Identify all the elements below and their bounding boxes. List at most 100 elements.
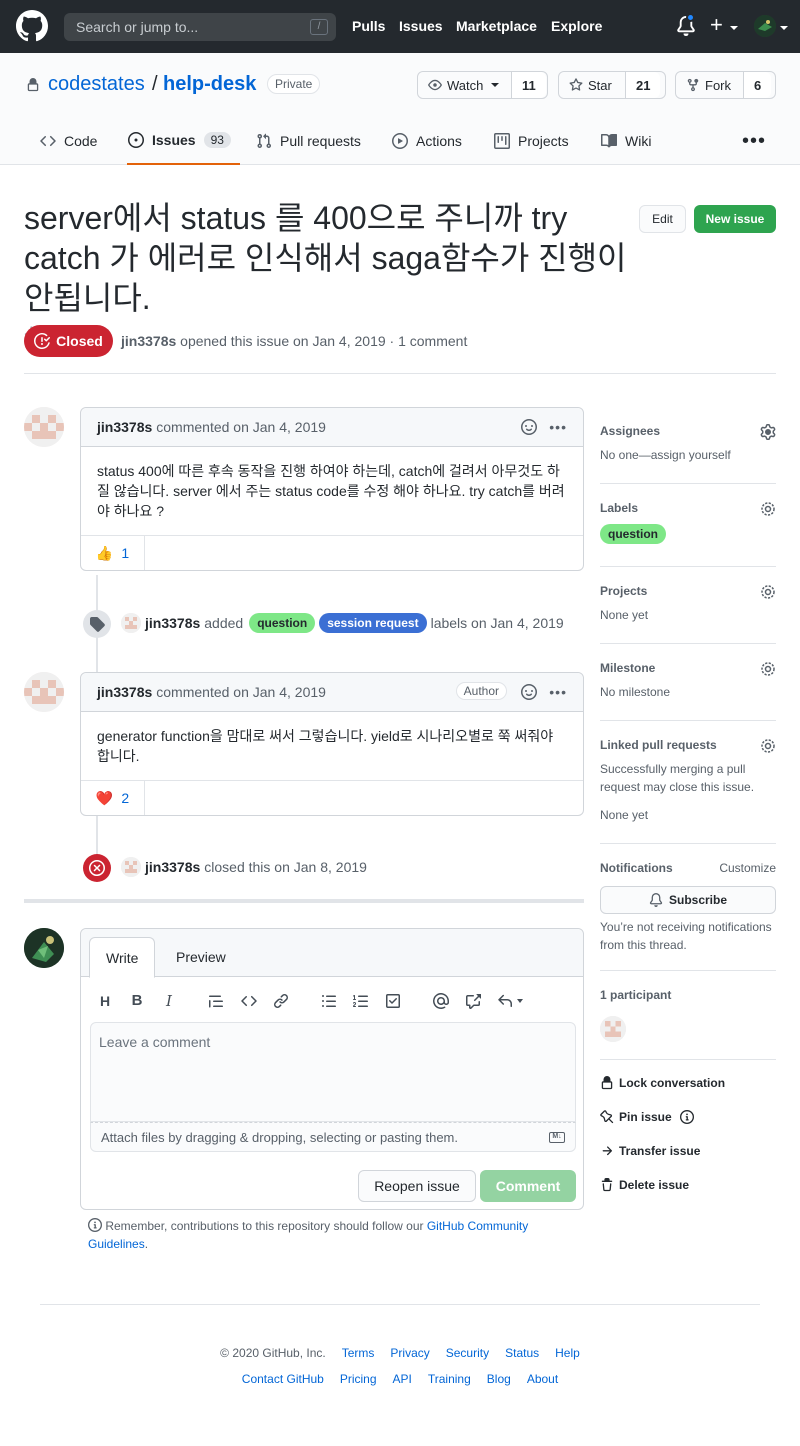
footer-link-privacy[interactable]: Privacy [390,1346,429,1360]
chevron-down-icon[interactable] [730,26,738,30]
code-icon[interactable] [241,993,257,1009]
sidebar-heading[interactable]: Assignees [600,424,776,438]
nav-explore[interactable]: Explore [551,18,602,34]
chevron-down-icon[interactable] [780,26,788,30]
sidebar-heading[interactable]: Projects [600,584,776,598]
avatar[interactable] [24,928,64,968]
gear-icon[interactable] [760,501,776,517]
kebab-menu-icon[interactable]: ••• [549,684,567,700]
footer-link-security[interactable]: Security [446,1346,489,1360]
event-author-link[interactable]: jin3378s [145,859,200,875]
sidebar-heading[interactable]: Milestone [600,661,776,675]
gear-icon[interactable] [760,584,776,600]
label-session-request[interactable]: session request [319,613,427,633]
customize-link[interactable]: Customize [719,861,776,875]
star-button[interactable]: Star [559,72,626,98]
subscribe-button[interactable]: Subscribe [600,886,776,914]
task-list-icon[interactable] [385,993,401,1009]
sidebar-heading[interactable]: Labels [600,501,776,515]
more-tabs-ellipsis-icon[interactable]: ••• [742,130,766,153]
smiley-icon[interactable] [521,684,538,700]
comment-timestamp[interactable]: commented on Jan 4, 2019 [156,684,326,700]
star-count[interactable]: 21 [626,72,661,98]
assignees-value[interactable]: No one—assign yourself [600,446,776,464]
label-question[interactable]: question [249,613,316,633]
link-icon[interactable] [273,993,289,1009]
edit-title-button[interactable]: Edit [639,205,686,233]
footer-link-terms[interactable]: Terms [342,1346,375,1360]
nav-pulls[interactable]: Pulls [352,18,385,34]
avatar[interactable] [24,407,64,447]
chevron-down-icon[interactable] [517,999,523,1003]
nav-issues[interactable]: Issues [399,18,443,34]
tab-issues[interactable]: Issues 93 [127,117,240,165]
smiley-icon[interactable] [521,419,538,435]
transfer-issue-button[interactable]: Transfer issue [600,1144,700,1158]
heading-icon[interactable]: H [97,993,113,1009]
repo-name-link[interactable]: help-desk [163,73,256,96]
event-author-link[interactable]: jin3378s [145,615,200,631]
comment-author-link[interactable]: jin3378s [97,419,152,435]
avatar[interactable] [121,613,141,633]
footer-link-blog[interactable]: Blog [487,1372,511,1386]
new-issue-button[interactable]: New issue [694,205,776,233]
user-avatar[interactable] [754,15,776,37]
footer-link-status[interactable]: Status [505,1346,539,1360]
reaction-thumbs-up[interactable]: 👍 1 [81,536,145,570]
tab-wiki[interactable]: Wiki [601,117,651,165]
footer-link-training[interactable]: Training [428,1372,471,1386]
tab-projects[interactable]: Projects [494,117,569,165]
footer-link-pricing[interactable]: Pricing [340,1372,377,1386]
watch-button[interactable]: Watch [418,72,512,98]
fork-count[interactable]: 6 [744,72,772,98]
fork-button[interactable]: Fork [676,72,744,98]
nav-marketplace[interactable]: Marketplace [456,18,537,34]
delete-label: Delete issue [619,1178,690,1192]
comment-timestamp[interactable]: commented on Jan 4, 2019 [156,419,326,435]
watch-count[interactable]: 11 [512,72,546,98]
quote-icon[interactable] [208,993,224,1009]
sidebar-heading[interactable]: Linked pull requests [600,738,776,752]
gear-icon[interactable] [760,424,776,440]
footer-link-api[interactable]: API [393,1372,412,1386]
markdown-icon[interactable]: M↓ [549,1132,565,1143]
create-new-plus-icon[interactable]: + [710,13,723,37]
mention-icon[interactable] [433,993,449,1009]
gear-icon[interactable] [760,738,776,754]
participant-avatar[interactable] [600,1016,626,1042]
avatar[interactable] [24,672,64,712]
comment-author-link[interactable]: jin3378s [97,684,152,700]
tab-write[interactable]: Write [89,937,156,978]
unordered-list-icon[interactable] [321,993,337,1009]
attach-files-area[interactable]: Attach files by dragging & dropping, sel… [90,1122,576,1152]
cross-reference-icon[interactable] [465,993,481,1009]
comment-button[interactable]: Comment [480,1170,576,1202]
ordered-list-icon[interactable] [353,993,369,1009]
tab-code[interactable]: Code [40,117,97,165]
gear-icon[interactable] [760,661,776,677]
sidebar-notifications: Notifications Customize [600,861,776,875]
kebab-menu-icon[interactable]: ••• [549,419,567,435]
info-icon[interactable] [679,1110,694,1124]
lock-conversation-button[interactable]: Lock conversation [600,1076,725,1090]
delete-issue-button[interactable]: Delete issue [600,1178,689,1192]
bold-icon[interactable]: B [129,993,145,1009]
issue-author-link[interactable]: jin3378s [121,333,176,349]
tab-actions[interactable]: Actions [392,117,462,165]
reply-icon[interactable] [497,993,513,1009]
reaction-heart[interactable]: ❤️ 2 [81,781,145,815]
tab-pull-requests[interactable]: Pull requests [256,117,361,165]
search-input[interactable]: Search or jump to... / [64,13,336,41]
pin-issue-button[interactable]: Pin issue [600,1110,694,1124]
footer-link-about[interactable]: About [527,1372,558,1386]
github-logo-icon[interactable] [16,10,48,42]
label-question[interactable]: question [600,524,666,544]
comment-textarea[interactable]: Leave a comment [90,1022,576,1122]
footer-link-help[interactable]: Help [555,1346,580,1360]
italic-icon[interactable]: I [161,993,177,1009]
tab-preview[interactable]: Preview [160,937,242,977]
reopen-issue-button[interactable]: Reopen issue [358,1170,476,1202]
avatar[interactable] [121,857,141,877]
repo-owner-link[interactable]: codestates [48,73,145,96]
footer-link-contact[interactable]: Contact GitHub [242,1372,324,1386]
